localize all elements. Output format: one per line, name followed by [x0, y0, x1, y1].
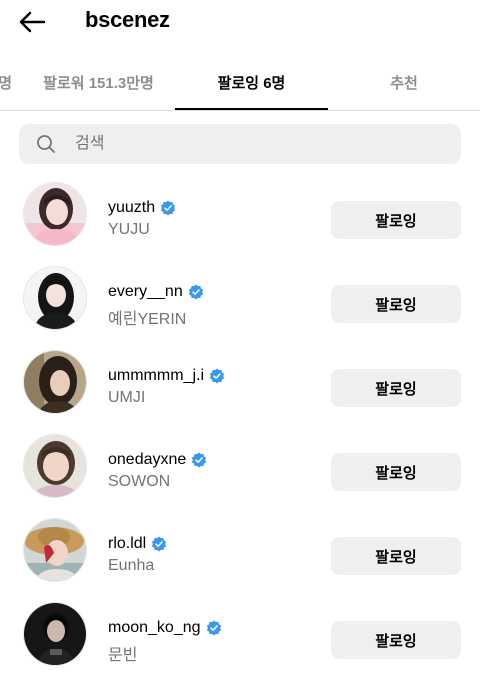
verified-badge-icon	[192, 452, 207, 468]
following-button[interactable]: 팔로잉	[331, 285, 461, 323]
list-item[interactable]: every__nn 예린YERIN 팔로잉	[0, 264, 480, 348]
following-button[interactable]: 팔로잉	[331, 621, 461, 659]
profile-username-title: bscenez	[85, 7, 170, 32]
tab-followers-label: 팔로워 151.3만명	[43, 74, 154, 92]
full-name: Eunha	[108, 557, 155, 574]
back-button[interactable]	[14, 6, 50, 38]
tab-mutual[interactable]: 명	[0, 56, 12, 108]
tab-following-label: 팔로잉 6명	[217, 74, 286, 92]
list-item[interactable]: ummmmm_j.i UMJI 팔로잉	[0, 348, 480, 432]
list-item[interactable]: yuuzth YUJU 팔로잉	[0, 180, 480, 264]
list-item[interactable]: moon_ko_ng 문빈 팔로잉	[0, 600, 480, 684]
following-list: yuuzth YUJU 팔로잉 every__nn 예린YERIN 팔로잉 um…	[0, 180, 480, 684]
verified-badge-icon	[161, 200, 176, 216]
full-name: YUJU	[108, 221, 150, 238]
tab-mutual-label: 명	[0, 74, 12, 92]
avatar[interactable]	[23, 434, 87, 498]
following-button[interactable]: 팔로잉	[331, 453, 461, 491]
username[interactable]: yuuzth	[108, 199, 155, 217]
username[interactable]: onedayxne	[108, 451, 186, 469]
username-wrap: onedayxne	[108, 450, 207, 470]
username-wrap: rlo.ldl	[108, 534, 167, 554]
avatar[interactable]	[23, 518, 87, 582]
avatar[interactable]	[23, 182, 87, 246]
username-wrap: yuuzth	[108, 198, 176, 218]
search-bar[interactable]	[19, 124, 461, 164]
tab-followers[interactable]: 팔로워 151.3만명	[22, 56, 175, 108]
username-wrap: every__nn	[108, 282, 204, 302]
username[interactable]: every__nn	[108, 283, 183, 301]
search-input[interactable]	[75, 124, 445, 164]
list-item[interactable]: onedayxne SOWON 팔로잉	[0, 432, 480, 516]
tab-suggested-label: 추천	[390, 74, 418, 92]
avatar[interactable]	[23, 266, 87, 330]
tab-following[interactable]: 팔로잉 6명	[175, 56, 328, 108]
following-button[interactable]: 팔로잉	[331, 201, 461, 239]
full-name: UMJI	[108, 389, 146, 406]
verified-badge-icon	[209, 368, 225, 384]
username[interactable]: moon_ko_ng	[108, 619, 201, 637]
full-name: 예린YERIN	[108, 311, 187, 328]
verified-badge-icon	[188, 284, 203, 300]
username[interactable]: rlo.ldl	[108, 535, 146, 553]
list-item[interactable]: rlo.ldl Eunha 팔로잉	[0, 516, 480, 600]
verified-badge-icon	[206, 620, 221, 636]
tab-suggested[interactable]: 추천	[328, 56, 480, 108]
username-wrap: moon_ko_ng	[108, 618, 222, 638]
active-tab-indicator	[175, 108, 328, 110]
full-name: SOWON	[108, 473, 171, 490]
arrow-left-icon	[19, 11, 46, 33]
header: bscenez	[0, 0, 480, 44]
tab-bar: 명 팔로워 151.3만명 팔로잉 6명 추천	[0, 56, 480, 111]
following-button[interactable]: 팔로잉	[331, 369, 461, 407]
avatar[interactable]	[23, 602, 87, 666]
avatar[interactable]	[23, 350, 87, 414]
following-button[interactable]: 팔로잉	[331, 537, 461, 575]
username-wrap: ummmmm_j.i	[108, 366, 225, 386]
search-icon	[37, 135, 55, 153]
full-name: 문빈	[108, 647, 138, 664]
verified-badge-icon	[152, 536, 167, 552]
username[interactable]: ummmmm_j.i	[108, 367, 204, 385]
